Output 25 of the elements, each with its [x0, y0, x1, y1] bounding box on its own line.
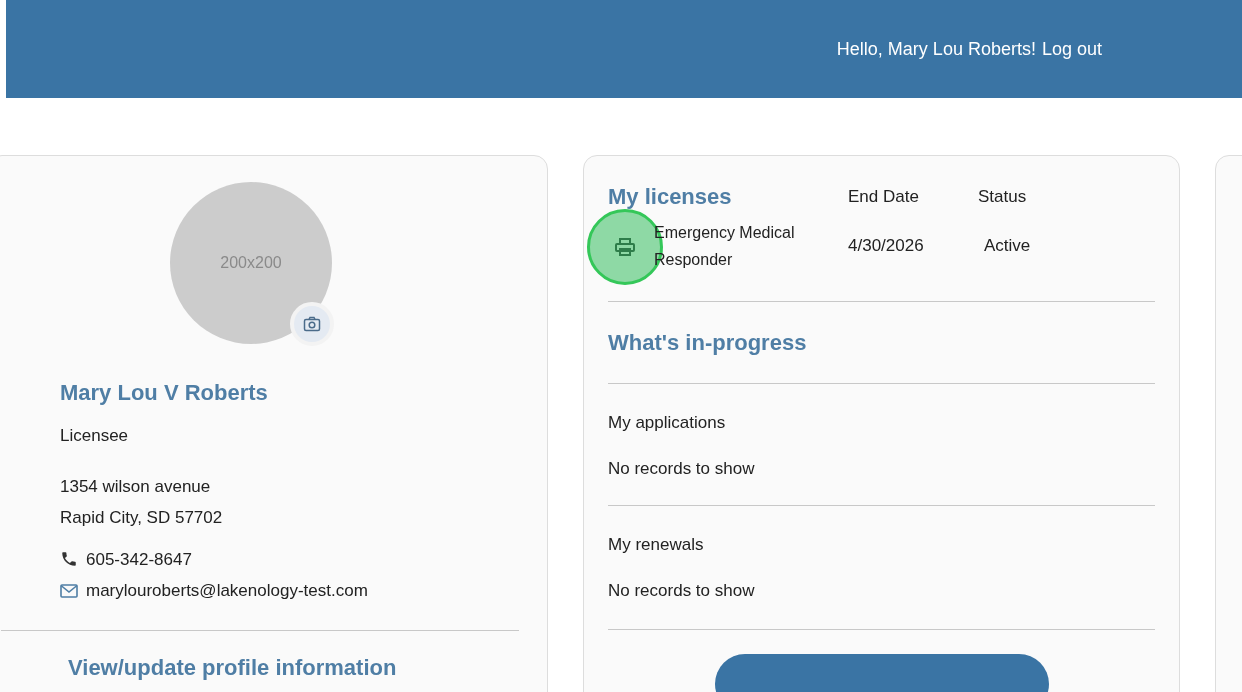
section-title: My renewals: [608, 534, 705, 556]
empty-message: No records to show: [608, 579, 756, 602]
print-icon: [615, 238, 635, 256]
logout-link[interactable]: Log out: [1041, 35, 1102, 63]
address-line: 1354 wilson avenue: [60, 475, 212, 498]
column-header: Status: [978, 185, 1027, 208]
camera-icon: [303, 316, 321, 332]
avatar-placeholder-text: 200x200: [220, 253, 282, 273]
licenses-title: My licenses: [608, 183, 733, 211]
column-header: End Date: [848, 185, 920, 208]
license-end-date: 4/30/2026: [848, 235, 925, 258]
profile-name: Mary Lou V Roberts: [60, 379, 269, 407]
phone-text: 605-342-8647: [86, 548, 192, 571]
camera-button[interactable]: [290, 302, 334, 346]
address-line: Rapid City, SD 57702: [60, 506, 224, 529]
license-status: Active: [984, 235, 1031, 258]
section-title: My applications: [608, 412, 727, 434]
email-text: marylouroberts@lakenology-test.com: [86, 580, 368, 602]
greeting-text: Hello, Mary Lou Roberts!: [836, 37, 1036, 61]
in-progress-title: What's in-progress: [608, 329, 808, 357]
phone-icon: [60, 550, 78, 569]
empty-message: No records to show: [608, 457, 756, 480]
mail-icon: [60, 582, 78, 599]
role-text: Licensee: [60, 425, 130, 447]
profile-link[interactable]: View/update profile information: [68, 650, 547, 684]
